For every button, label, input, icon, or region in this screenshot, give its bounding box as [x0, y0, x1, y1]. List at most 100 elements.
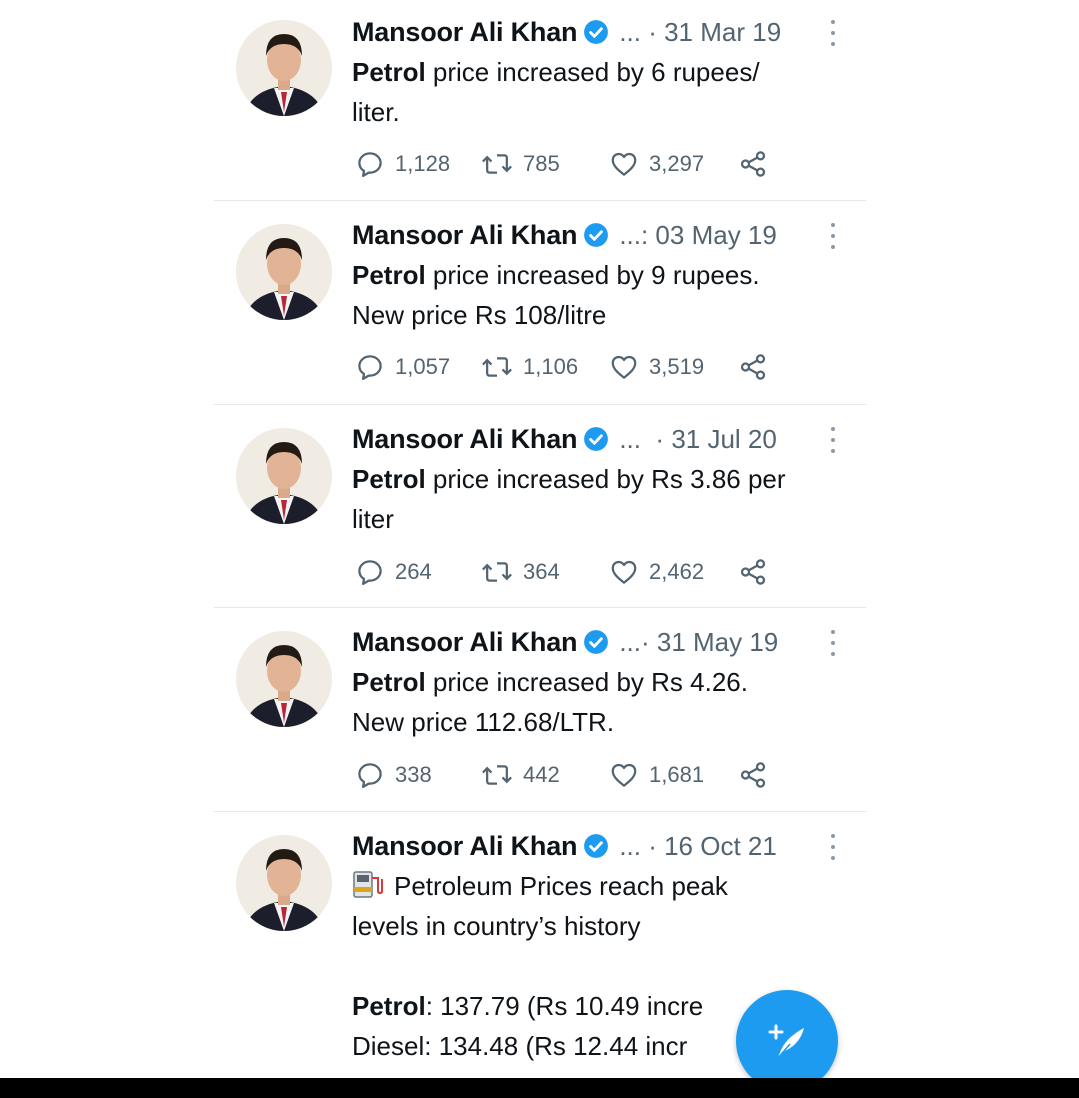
tweet-text-line2: New price 112.68/LTR.: [352, 707, 615, 737]
tweet-meta: ...: 03 May 19: [619, 219, 777, 250]
avatar[interactable]: [236, 835, 332, 931]
author-name[interactable]: Mansoor Ali Khan: [352, 627, 578, 658]
reply-count: 1,057: [395, 354, 451, 379]
screen-bottom-edge: [0, 1078, 1079, 1098]
share-button[interactable]: [738, 352, 768, 382]
retweet-button[interactable]: 364: [481, 557, 560, 587]
verified-badge-icon: [584, 223, 609, 247]
retweet-count: 364: [523, 559, 560, 584]
tweet-text-line1: Petroleum Prices reach peak: [394, 871, 728, 901]
reply-button[interactable]: 264: [355, 557, 432, 587]
tweet-meta: ... · 31 Mar 19: [619, 16, 782, 47]
tweet-header: Mansoor Ali Khan ... · 31 Mar 19: [352, 14, 781, 50]
author-name[interactable]: Mansoor Ali Khan: [352, 831, 578, 862]
share-icon: [740, 151, 766, 177]
fuel-pump-icon: [353, 871, 383, 898]
tweet-meta: ... · 31 Jul 20: [619, 423, 777, 454]
divider: [214, 607, 866, 608]
retweet-count: 1,106: [523, 354, 579, 379]
retweet-icon: [482, 154, 512, 174]
compose-tweet-button[interactable]: [736, 990, 838, 1092]
tweet-text-line2: liter.: [352, 97, 400, 127]
like-button[interactable]: 2,462: [609, 557, 704, 587]
reply-icon: [358, 152, 382, 177]
tweet-text-rest: price increased by Rs 3.86 per: [425, 464, 786, 494]
tweet-meta: ...· 31 May 19: [619, 626, 779, 657]
share-button[interactable]: [738, 557, 768, 587]
like-count: 1,681: [649, 762, 705, 787]
verified-badge-icon: [584, 630, 609, 654]
tweet-text-bold: Petrol: [352, 667, 426, 697]
tweet-text-rest: price increased by Rs 4.26.: [425, 667, 748, 697]
more-options-icon[interactable]: [825, 630, 841, 656]
share-button[interactable]: [738, 149, 768, 179]
reply-icon: [358, 560, 382, 585]
avatar[interactable]: [236, 20, 332, 116]
reply-icon: [358, 763, 382, 788]
petrol-label: Petrol: [352, 991, 426, 1021]
reply-count: 1,128: [395, 151, 451, 176]
like-button[interactable]: 3,519: [609, 352, 704, 382]
verified-badge-icon: [584, 427, 609, 451]
tweet-text: Petrol price increased by 6 rupees/ lite…: [352, 52, 862, 132]
tweet-text-bold: Petrol: [352, 464, 426, 494]
tweet-text-line2: liter: [352, 504, 394, 534]
tweet-text-bold: Petrol: [352, 260, 426, 290]
more-options-icon[interactable]: [825, 834, 841, 860]
retweet-icon: [482, 765, 512, 785]
retweet-button[interactable]: 785: [481, 149, 560, 179]
divider: [214, 811, 866, 812]
tweet-text-bold: Petrol: [352, 57, 426, 87]
petrol-value: : 137.79 (Rs 10.49 incre: [425, 991, 704, 1021]
reply-count: 338: [395, 762, 432, 787]
tweet-text: Petrol price increased by Rs 3.86 per li…: [352, 459, 862, 539]
more-options-icon[interactable]: [825, 223, 841, 249]
tweet-text-line2: levels in country’s history: [352, 911, 641, 941]
like-count: 3,519: [649, 354, 705, 379]
like-count: 2,462: [649, 559, 705, 584]
avatar[interactable]: [236, 428, 332, 524]
share-icon: [740, 762, 766, 788]
like-count: 3,297: [649, 151, 705, 176]
author-name[interactable]: Mansoor Ali Khan: [352, 424, 578, 455]
tweet-text-rest: price increased by 6 rupees/: [425, 57, 760, 87]
more-options-icon[interactable]: [825, 20, 841, 46]
retweet-count: 442: [523, 762, 560, 787]
retweet-button[interactable]: 442: [481, 760, 560, 790]
compose-tweet-icon: [768, 1024, 804, 1059]
tweet-header: Mansoor Ali Khan ...· 31 May 19: [352, 624, 778, 660]
author-name[interactable]: Mansoor Ali Khan: [352, 220, 578, 251]
author-name[interactable]: Mansoor Ali Khan: [352, 17, 578, 48]
reply-button[interactable]: 338: [355, 760, 432, 790]
heart-icon: [611, 560, 637, 584]
tweet-text-line2: New price Rs 108/litre: [352, 300, 607, 330]
share-icon: [740, 354, 766, 380]
reply-count: 264: [395, 559, 432, 584]
heart-icon: [611, 355, 637, 379]
avatar[interactable]: [236, 631, 332, 727]
retweet-count: 785: [523, 151, 560, 176]
like-button[interactable]: 3,297: [609, 149, 704, 179]
tweet-header: Mansoor Ali Khan ...: 03 May 19: [352, 217, 777, 253]
reply-button[interactable]: 1,057: [355, 352, 450, 382]
more-options-icon[interactable]: [825, 427, 841, 453]
divider: [214, 404, 866, 405]
retweet-button[interactable]: 1,106: [481, 352, 578, 382]
tweet-header: Mansoor Ali Khan ... · 16 Oct 21: [352, 828, 777, 864]
verified-badge-icon: [584, 20, 609, 44]
tweet-text-rest: price increased by 9 rupees.: [425, 260, 760, 290]
share-icon: [740, 559, 766, 585]
divider: [214, 200, 866, 201]
tweet-text: Petrol price increased by 9 rupees. New …: [352, 255, 862, 335]
heart-icon: [611, 763, 637, 787]
retweet-icon: [482, 562, 512, 582]
reply-icon: [358, 355, 382, 380]
heart-icon: [611, 152, 637, 176]
reply-button[interactable]: 1,128: [355, 149, 450, 179]
share-button[interactable]: [738, 760, 768, 790]
verified-badge-icon: [584, 834, 609, 858]
avatar[interactable]: [236, 224, 332, 320]
retweet-icon: [482, 357, 512, 377]
tweet-header: Mansoor Ali Khan ... · 31 Jul 20: [352, 421, 777, 457]
like-button[interactable]: 1,681: [609, 760, 704, 790]
